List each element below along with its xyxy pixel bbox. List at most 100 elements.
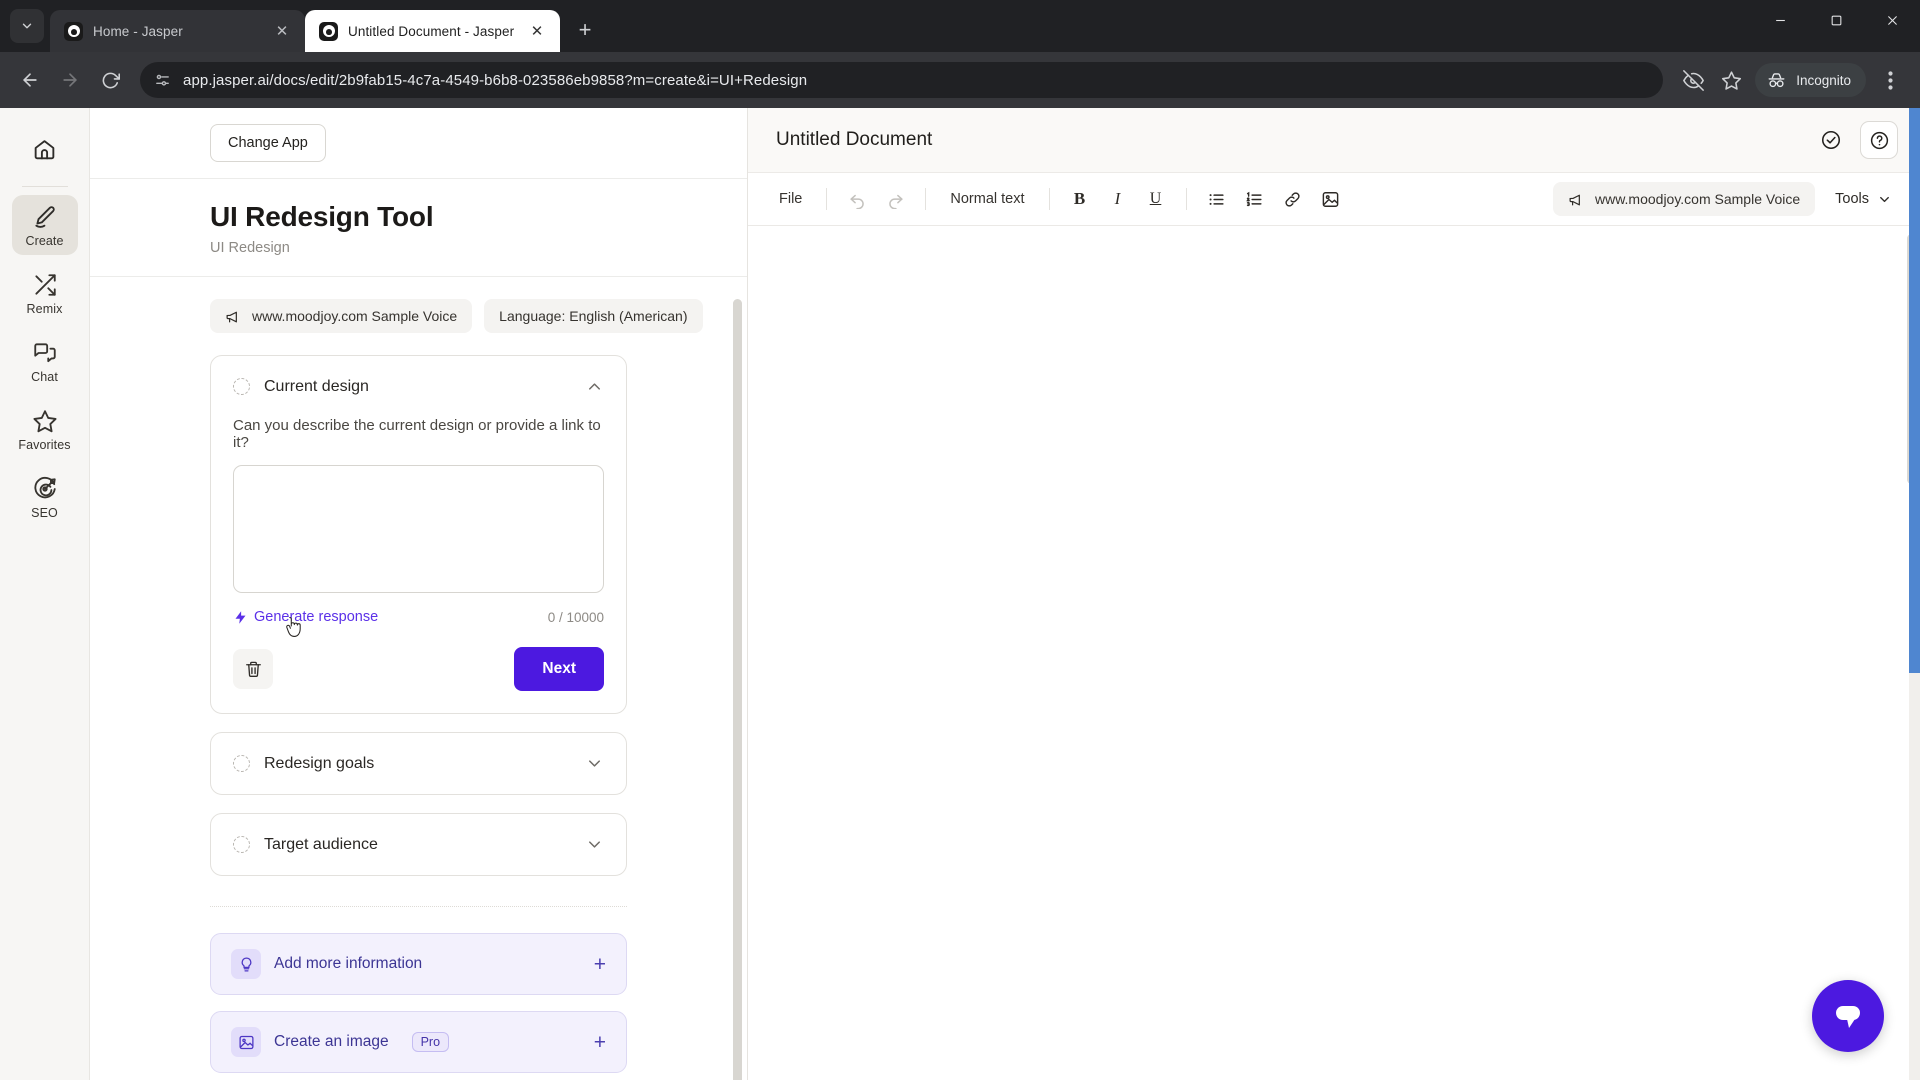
address-bar[interactable]: app.jasper.ai/docs/edit/2b9fab15-4c7a-45… [140, 62, 1664, 98]
redo-icon [889, 194, 903, 209]
page-scrollbar[interactable] [1909, 108, 1920, 1080]
current-design-textarea[interactable] [233, 465, 604, 593]
sidebar-item-favorites[interactable]: Favorites [12, 399, 78, 459]
brand-voice-pill[interactable]: www.moodjoy.com Sample Voice [210, 299, 473, 333]
section-card-target-audience[interactable]: Target audience [210, 813, 627, 876]
check-circle-icon [1821, 130, 1841, 150]
editor-header-actions [1814, 121, 1898, 159]
section-title: Target audience [264, 835, 378, 853]
sidebar-item-chat[interactable]: Chat [12, 331, 78, 391]
numbered-list-button[interactable] [1238, 182, 1272, 216]
support-chat-button[interactable] [1812, 980, 1884, 1052]
insert-image-button[interactable] [1314, 182, 1348, 216]
bullet-list-button[interactable] [1200, 182, 1234, 216]
close-icon[interactable]: ✕ [526, 20, 548, 42]
brand-voice-pill-label: www.moodjoy.com Sample Voice [252, 308, 458, 324]
tools-dropdown-button[interactable]: Tools [1825, 184, 1902, 214]
back-button[interactable] [12, 62, 48, 98]
left-panel-title-block: UI Redesign Tool UI Redesign [90, 179, 747, 277]
document-title[interactable]: Untitled Document [776, 129, 932, 151]
question-label: Can you describe the current design or p… [233, 417, 601, 451]
dashed-circle-icon [233, 836, 250, 853]
next-button[interactable]: Next [514, 647, 604, 691]
minimize-button[interactable] [1752, 0, 1808, 40]
add-card-label: Create an image [274, 1033, 389, 1050]
generate-response-link[interactable]: Generate response [233, 609, 378, 637]
plus-icon[interactable]: + [594, 954, 606, 975]
italic-label: I [1114, 189, 1121, 208]
nav-home-button[interactable] [22, 126, 68, 172]
chevron-down-icon[interactable] [585, 835, 604, 854]
sidebar-item-create[interactable]: Create [11, 195, 78, 255]
incognito-badge[interactable]: Incognito [1755, 63, 1866, 97]
change-app-button[interactable]: Change App [210, 124, 326, 162]
editor-brand-voice-pill[interactable]: www.moodjoy.com Sample Voice [1552, 182, 1816, 216]
delete-button[interactable] [233, 649, 273, 689]
language-pill[interactable]: Language: English (American) [484, 299, 703, 333]
tab-title: Home - Jasper [93, 23, 183, 39]
document-canvas[interactable] [748, 226, 1920, 1080]
megaphone-icon [1569, 194, 1580, 205]
new-tab-button[interactable]: + [568, 13, 602, 47]
page-subtitle: UI Redesign [210, 240, 290, 256]
incognito-label: Incognito [1796, 72, 1851, 88]
left-panel-scroll-area: www.moodjoy.com Sample Voice Language: E… [90, 277, 747, 1080]
sidebar-item-remix[interactable]: Remix [12, 263, 78, 323]
create-an-image-button[interactable]: Create an image Pro + [210, 1011, 627, 1073]
close-window-button[interactable] [1864, 0, 1920, 40]
jasper-icon [319, 21, 338, 41]
page-scrollbar-thumb[interactable] [1909, 108, 1920, 673]
left-panel-topbar: Change App [90, 108, 747, 179]
browser-tab-untitled-document[interactable]: Untitled Document - Jasper ✕ [305, 10, 560, 52]
chevron-down-icon [22, 23, 32, 29]
file-menu-button[interactable]: File [768, 184, 813, 214]
maximize-button[interactable] [1808, 0, 1864, 40]
save-status-button[interactable] [1814, 123, 1848, 157]
toolbar-divider [826, 188, 828, 210]
add-more-information-button[interactable]: Add more information + [210, 933, 627, 995]
text-style-dropdown[interactable]: Normal text [939, 184, 1035, 214]
browser-menu-button[interactable] [1872, 62, 1908, 98]
redo-button[interactable] [878, 182, 912, 216]
tab-search-button[interactable] [10, 9, 44, 43]
section-title: Current design [264, 377, 369, 395]
chevron-down-icon [1880, 196, 1889, 202]
star-icon [1721, 70, 1741, 90]
underline-button[interactable]: U [1139, 182, 1173, 216]
bold-button[interactable]: B [1063, 182, 1097, 216]
section-card-header[interactable]: Redesign goals [211, 733, 626, 794]
bookmark-button[interactable] [1713, 62, 1749, 98]
language-pill-label: Language: English (American) [499, 308, 688, 324]
maximize-icon [1831, 15, 1841, 25]
tools-label: Tools [1835, 191, 1869, 207]
close-icon[interactable]: ✕ [271, 20, 293, 42]
help-button[interactable] [1860, 121, 1898, 159]
section-card-header[interactable]: Current design [211, 356, 626, 417]
left-panel-scrollbar[interactable] [733, 299, 742, 1080]
rail-divider [21, 186, 68, 187]
chevron-down-icon[interactable] [585, 754, 604, 773]
help-circle-icon [1870, 131, 1888, 149]
tab-strip: Home - Jasper ✕ Untitled Document - Jasp… [0, 0, 1920, 52]
section-card-redesign-goals[interactable]: Redesign goals [210, 732, 627, 795]
reload-button[interactable] [92, 62, 128, 98]
plus-icon[interactable]: + [594, 1032, 606, 1053]
forward-button[interactable] [52, 62, 88, 98]
chevron-up-icon[interactable] [585, 377, 604, 396]
tracking-protection-button[interactable] [1675, 62, 1711, 98]
sidebar-item-label: SEO [31, 506, 58, 520]
section-card-header[interactable]: Target audience [211, 814, 626, 875]
browser-tab-home[interactable]: Home - Jasper ✕ [50, 10, 305, 52]
site-settings-icon[interactable] [154, 72, 171, 89]
browser-toolbar: app.jasper.ai/docs/edit/2b9fab15-4c7a-45… [0, 52, 1920, 108]
browser-window: Home - Jasper ✕ Untitled Document - Jasp… [0, 0, 1920, 1080]
numbered-list-icon [1246, 191, 1262, 206]
tab-title: Untitled Document - Jasper [348, 23, 515, 39]
section-card-body: Can you describe the current design or p… [211, 417, 626, 713]
insert-link-button[interactable] [1276, 182, 1310, 216]
underline-label: U [1149, 190, 1162, 207]
sidebar-item-seo[interactable]: SEO [12, 467, 78, 527]
character-counter: 0 / 10000 [547, 609, 604, 625]
undo-button[interactable] [840, 182, 874, 216]
italic-button[interactable]: I [1101, 182, 1135, 216]
